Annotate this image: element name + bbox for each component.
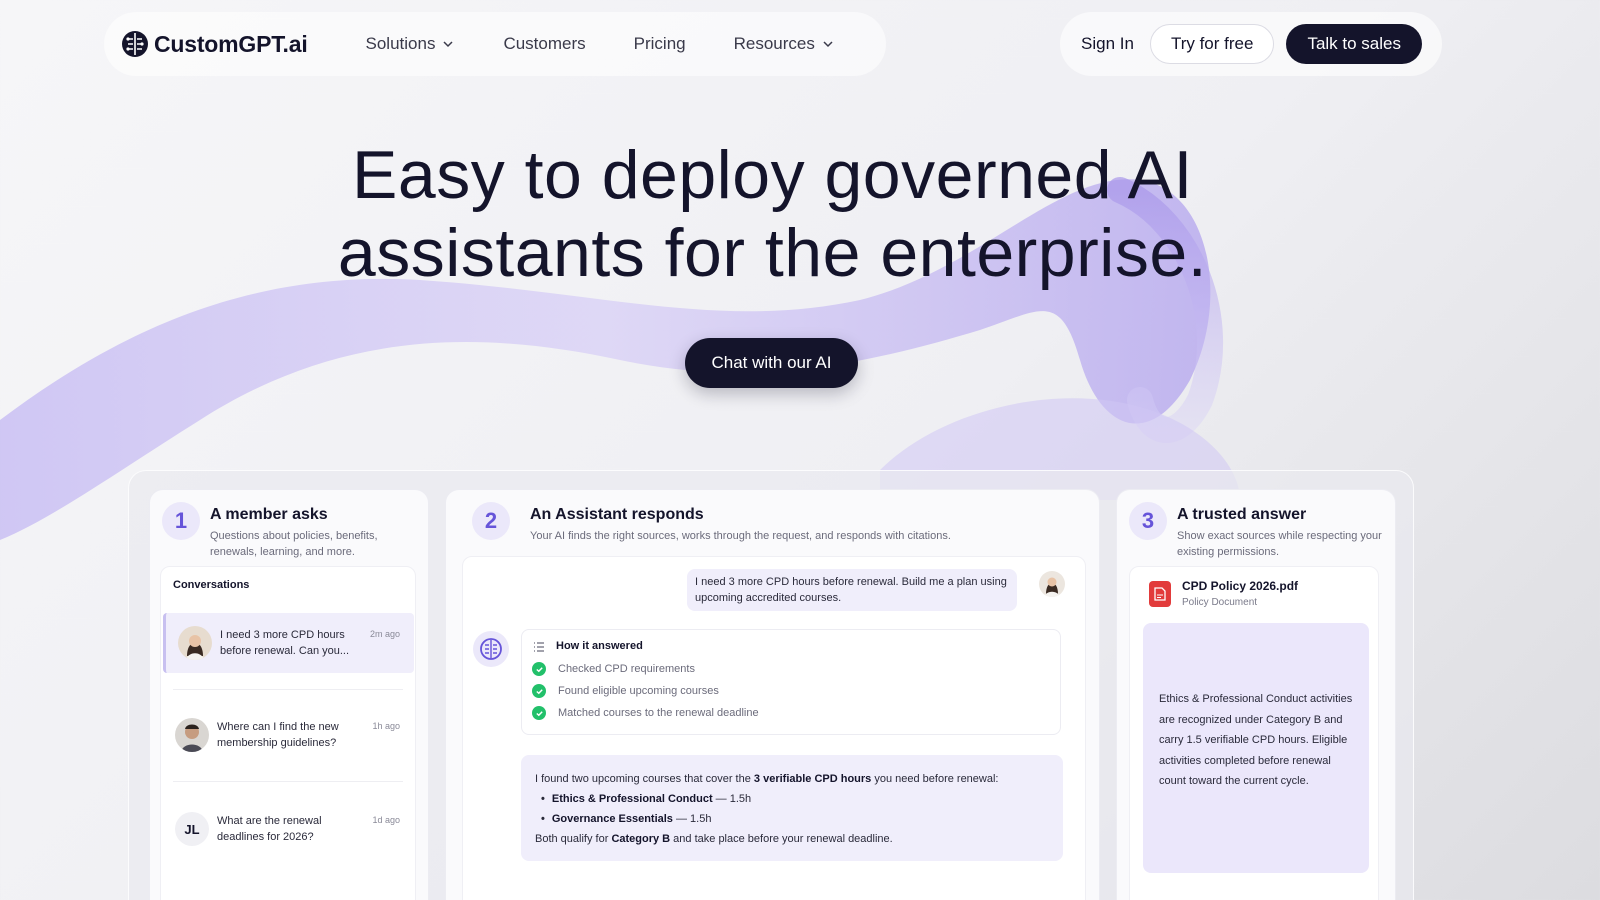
hero-title-line-2: assistants for the enterprise.	[337, 215, 1208, 291]
woman-avatar-icon	[178, 626, 212, 660]
reasoning-step: Matched courses to the renewal deadline	[532, 706, 759, 720]
nav-pricing-label: Pricing	[633, 34, 686, 53]
chat-panel: I need 3 more CPD hours before renewal. …	[462, 556, 1086, 900]
brain-icon	[122, 31, 148, 57]
talk-to-sales-button[interactable]: Talk to sales	[1286, 24, 1422, 64]
main-nav: CustomGPT.ai Solutions Customers Pricing…	[104, 12, 886, 76]
conversation-item[interactable]: I need 3 more CPD hours before renewal. …	[163, 613, 414, 673]
assistant-avatar	[473, 631, 509, 667]
course-item: Ethics & Professional Conduct — 1.5h	[541, 789, 1049, 809]
step-number: 3	[1129, 502, 1167, 540]
nav-customers[interactable]: Customers	[503, 34, 585, 54]
nav-solutions-label: Solutions	[365, 34, 436, 53]
pdf-file-icon	[1149, 581, 1171, 607]
how-it-works-panel: 1 A member asks Questions about policies…	[128, 470, 1414, 900]
conversation-text: What are the renewal deadlines for 2026?	[217, 815, 322, 843]
nav-solutions[interactable]: Solutions	[366, 34, 456, 54]
answer-outro: Both qualify for Category B and take pla…	[535, 829, 1049, 849]
divider	[173, 781, 403, 782]
step-description: Your AI finds the right sources, works t…	[530, 530, 951, 542]
course-hours: — 1.5h	[712, 793, 752, 805]
nav-resources[interactable]: Resources	[734, 34, 835, 54]
source-document-panel[interactable]: CPD Policy 2026.pdf Policy Document Ethi…	[1129, 566, 1379, 900]
conversations-heading: Conversations	[173, 579, 250, 591]
step-number: 1	[162, 502, 200, 540]
check-icon	[532, 706, 546, 720]
nav-pricing[interactable]: Pricing	[634, 34, 686, 54]
sign-in-link[interactable]: Sign In	[1081, 34, 1134, 54]
step-title: A member asks	[210, 506, 328, 523]
document-excerpt: Ethics & Professional Conduct activities…	[1143, 623, 1369, 873]
avatar	[178, 626, 212, 660]
try-free-button[interactable]: Try for free	[1149, 24, 1275, 64]
answer-text: I found two upcoming courses that cover …	[535, 773, 754, 785]
course-hours: — 1.5h	[672, 813, 712, 825]
answer-intro: I found two upcoming courses that cover …	[535, 769, 1049, 789]
step-card-assistant-responds: 2 An Assistant responds Your AI finds th…	[445, 489, 1100, 900]
nav-resources-label: Resources	[733, 34, 815, 53]
step-title: An Assistant responds	[530, 506, 704, 523]
woman-avatar-icon	[1039, 571, 1065, 597]
list-icon	[534, 642, 544, 652]
conversation-item[interactable]: JL What are the renewal deadlines for 20…	[163, 799, 414, 859]
chevron-down-icon	[823, 41, 833, 48]
answer-text: and take place before your renewal deadl…	[670, 833, 893, 845]
conversation-time: 1h ago	[372, 721, 400, 731]
conversation-time: 1d ago	[372, 815, 400, 825]
answer-text: Both qualify for	[535, 833, 612, 845]
conversation-item[interactable]: Where can I find the new membership guid…	[163, 705, 414, 765]
answer-highlight: Category B	[611, 833, 671, 845]
step-card-trusted-answer: 3 A trusted answer Show exact sources wh…	[1116, 489, 1396, 900]
document-name: CPD Policy 2026.pdf	[1182, 579, 1299, 593]
reasoning-step-label: Checked CPD requirements	[558, 663, 695, 675]
chevron-down-icon	[443, 41, 453, 48]
course-name: Governance Essentials	[551, 813, 673, 825]
brand-logo[interactable]: CustomGPT.ai	[120, 29, 308, 59]
reasoning-step: Checked CPD requirements	[532, 662, 695, 676]
man-avatar-icon	[175, 718, 209, 752]
step-description: Questions about policies, benefits, rene…	[210, 530, 378, 558]
reasoning-title: How it answered	[556, 640, 643, 652]
conversation-time: 2m ago	[369, 629, 400, 639]
initials-avatar: JL	[175, 812, 209, 846]
brain-icon	[480, 638, 502, 660]
document-type: Policy Document	[1182, 597, 1258, 608]
reasoning-step-label: Found eligible upcoming courses	[558, 685, 719, 697]
answer-text: you need before renewal:	[871, 773, 999, 785]
divider	[173, 689, 403, 690]
step-number: 2	[472, 502, 510, 540]
conversation-text: I need 3 more CPD hours before renewal. …	[220, 629, 350, 657]
check-icon	[532, 662, 546, 676]
brand-name: CustomGPT.ai	[154, 30, 308, 57]
hero-title-line-1: Easy to deploy governed AI	[352, 137, 1193, 213]
user-message: I need 3 more CPD hours before renewal. …	[687, 569, 1017, 611]
nav-customers-label: Customers	[503, 34, 586, 53]
chat-with-ai-button[interactable]: Chat with our AI	[685, 338, 858, 388]
course-item: Governance Essentials — 1.5h	[541, 809, 1049, 829]
reasoning-step: Found eligible upcoming courses	[532, 684, 719, 698]
step-card-member-asks: 1 A member asks Questions about policies…	[149, 489, 429, 900]
conversations-panel: Conversations I need 3 more CPD hours be…	[160, 566, 416, 900]
check-icon	[532, 684, 546, 698]
conversation-text: Where can I find the new membership guid…	[217, 721, 339, 749]
avatar	[175, 718, 209, 752]
course-name: Ethics & Professional Conduct	[551, 793, 713, 805]
reasoning-steps: How it answered Checked CPD requirements…	[521, 629, 1061, 735]
avatar	[1039, 571, 1065, 597]
answer-highlight: 3 verifiable CPD hours	[753, 773, 872, 785]
reasoning-step-label: Matched courses to the renewal deadline	[558, 707, 759, 719]
account-nav: Sign In Try for free Talk to sales	[1060, 12, 1442, 76]
step-description: Show exact sources while respecting your…	[1177, 530, 1382, 558]
hero-title: Easy to deploy governed AI assistants fo…	[0, 136, 1545, 292]
step-title: A trusted answer	[1177, 506, 1307, 523]
assistant-answer: I found two upcoming courses that cover …	[521, 755, 1063, 861]
course-list: Ethics & Professional Conduct — 1.5h Gov…	[541, 789, 1049, 829]
